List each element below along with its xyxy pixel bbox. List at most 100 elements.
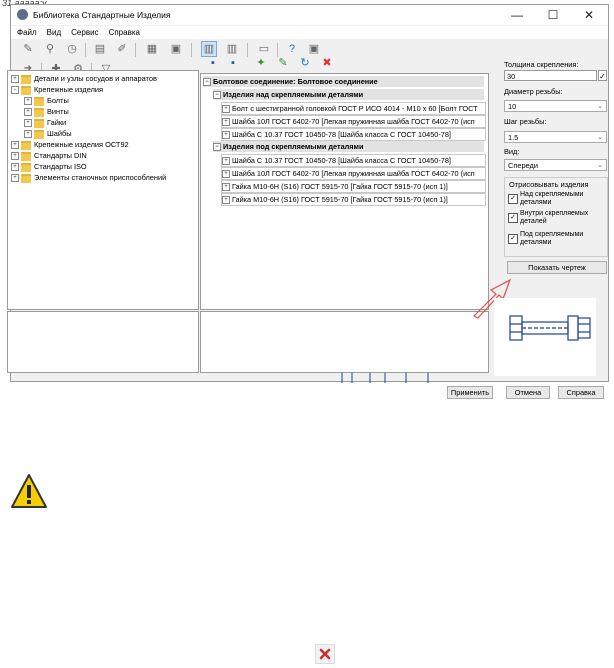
folder-icon xyxy=(21,173,31,183)
close-button[interactable]: ✕ xyxy=(572,7,606,23)
pitch-label: Шаг резьбы: xyxy=(504,117,547,126)
menu-help[interactable]: Справка xyxy=(103,26,144,37)
expand-icon[interactable]: + xyxy=(222,131,230,140)
pin-icon[interactable]: ✎ xyxy=(21,42,35,56)
checkbox-above-label: Над скрепляемыми деталями xyxy=(520,191,584,206)
expand-icon[interactable]: + xyxy=(24,108,32,117)
view-list-icon[interactable]: ▥ xyxy=(201,41,217,57)
expand-icon[interactable]: + xyxy=(11,141,19,150)
diameter-select[interactable]: 10 ⌄ xyxy=(504,100,607,112)
tree-item[interactable]: + Винты xyxy=(24,107,69,117)
save-as-icon[interactable]: ▪ xyxy=(226,56,240,70)
diameter-label: Диаметр резьбы: xyxy=(504,87,563,96)
connection-panel: − Болтовое соединение: Болтовое соединени… xyxy=(200,73,489,310)
list-item[interactable]: + Шайба C 10.37 ГОСТ 10450-78 [Шайба клас… xyxy=(221,128,486,141)
folder-icon xyxy=(34,129,44,139)
delete-icon[interactable]: ✖ xyxy=(320,56,334,70)
folder-lock-icon[interactable]: ▣ xyxy=(169,42,183,56)
group-below-row[interactable]: − Изделия под скрепляемыми деталями xyxy=(213,141,484,152)
folder-icon xyxy=(21,85,31,95)
checkbox-above[interactable]: ✓ xyxy=(508,194,518,204)
save-icon[interactable]: ▪ xyxy=(206,56,220,70)
list-item[interactable]: + Болт с шестигранной головкой ГОСТ Р ИСО… xyxy=(221,102,486,115)
expand-icon[interactable]: + xyxy=(222,196,230,205)
list-item[interactable]: + Гайка М10-6Н (S16) ГОСТ 5915-70 [Гайка … xyxy=(221,180,486,193)
help-button[interactable]: Справка xyxy=(558,386,604,399)
expand-icon[interactable]: + xyxy=(24,97,32,106)
expand-icon[interactable]: + xyxy=(11,174,19,183)
bolt-preview-icon xyxy=(509,315,591,341)
expand-icon[interactable]: + xyxy=(222,183,230,192)
collapse-icon[interactable]: − xyxy=(213,91,221,100)
chevron-down-icon: ⌄ xyxy=(597,134,603,141)
info-icon[interactable]: ▣ xyxy=(307,42,321,56)
refresh-icon[interactable]: ↻ xyxy=(298,56,312,70)
expand-icon[interactable]: + xyxy=(11,75,19,84)
tree-item[interactable]: + Стандарты ISO xyxy=(11,162,87,172)
collapse-icon[interactable]: − xyxy=(11,86,19,95)
history-icon[interactable]: ◷ xyxy=(65,42,79,56)
expand-icon[interactable]: + xyxy=(222,170,230,179)
collapse-icon[interactable]: − xyxy=(213,143,221,152)
edit-item-icon[interactable]: ✎ xyxy=(276,56,290,70)
minimize-button[interactable]: — xyxy=(500,7,534,23)
tree-item[interactable]: + Детали и узлы сосудов и аппаратов xyxy=(11,74,157,84)
open-book-icon[interactable]: ▤ xyxy=(93,42,107,56)
item-detail-panel xyxy=(200,311,489,373)
draw-group-label: Отрисовывать изделия xyxy=(509,180,589,189)
tree-item[interactable]: + Стандарты DIN xyxy=(11,151,87,161)
tree-item[interactable]: + Шайбы xyxy=(24,129,72,139)
thickness-input[interactable]: 30 xyxy=(504,70,597,81)
tree-preview-panel xyxy=(7,311,199,373)
connection-title-row[interactable]: − Болтовое соединение: Болтовое соединени… xyxy=(203,76,484,87)
pitch-select[interactable]: 1.5 ⌄ xyxy=(504,131,607,143)
edit-icon[interactable]: ✐ xyxy=(115,42,129,56)
list-item[interactable]: + Шайба C 10.37 ГОСТ 10450-78 [Шайба клас… xyxy=(221,154,486,167)
tree-item[interactable]: + Крепежные изделия ОСТ92 xyxy=(11,140,129,150)
view-detail-icon[interactable]: ▥ xyxy=(225,42,239,56)
checkbox-inside-label: Внутри скрепляемых деталей xyxy=(520,210,589,225)
menu-service[interactable]: Сервис xyxy=(65,26,102,37)
view-select[interactable]: Спереди ⌄ xyxy=(504,159,607,171)
collapse-icon[interactable]: − xyxy=(203,78,211,87)
thickness-label: Толщина скрепления: xyxy=(504,60,579,69)
checkbox-below-label: Под скрепляемыми деталями xyxy=(520,231,584,246)
properties-icon[interactable]: ▦ xyxy=(145,42,159,56)
menu-view[interactable]: Вид xyxy=(41,26,65,37)
binoculars-icon[interactable]: ⚲ xyxy=(43,42,57,56)
tree-item[interactable]: + Гайки xyxy=(24,118,66,128)
expand-icon[interactable]: + xyxy=(11,152,19,161)
tree-item[interactable]: + Болты xyxy=(24,96,69,106)
confirm-check-icon[interactable]: ✓ xyxy=(598,70,607,81)
tree-item[interactable]: − Крепежные изделия xyxy=(11,85,103,95)
expand-icon[interactable]: + xyxy=(11,163,19,172)
menu-file[interactable]: Файл xyxy=(11,26,41,37)
folder-icon xyxy=(21,151,31,161)
cancel-button[interactable]: Отмена xyxy=(506,386,550,399)
delete-red-x-icon xyxy=(315,644,335,664)
page-crop-marks xyxy=(341,373,429,383)
apply-button[interactable]: Применить xyxy=(447,386,493,399)
list-item[interactable]: + Шайба 10Л ГОСТ 6402-70 [Легкая пружинна… xyxy=(221,167,486,180)
group-above-row[interactable]: − Изделия над скрепляемыми деталями xyxy=(213,89,484,100)
folder-icon xyxy=(34,118,44,128)
list-item[interactable]: + Шайба 10Л ГОСТ 6402-70 [Легкая пружинна… xyxy=(221,115,486,128)
view-grid-icon[interactable]: ▭ xyxy=(257,42,271,56)
checkbox-inside[interactable]: ✓ xyxy=(508,213,518,223)
maximize-button[interactable]: ☐ xyxy=(536,7,570,23)
expand-icon[interactable]: + xyxy=(222,105,230,114)
tree-item[interactable]: + Элементы станочных приспособлений xyxy=(11,173,166,183)
chevron-down-icon: ⌄ xyxy=(597,103,603,110)
list-item[interactable]: + Гайка М10-6Н (S16) ГОСТ 5915-70 [Гайка … xyxy=(221,193,486,206)
add-item-icon[interactable]: ✦ xyxy=(254,56,268,70)
help-icon[interactable]: ? xyxy=(285,42,299,56)
checkbox-below[interactable]: ✓ xyxy=(508,234,518,244)
folder-icon xyxy=(34,96,44,106)
view-label: Вид: xyxy=(504,147,520,156)
window-title: Библиотека Стандартные Изделия xyxy=(33,10,171,20)
drawing-preview xyxy=(494,298,596,376)
expand-icon[interactable]: + xyxy=(24,130,32,139)
expand-icon[interactable]: + xyxy=(222,157,230,166)
expand-icon[interactable]: + xyxy=(222,118,230,127)
expand-icon[interactable]: + xyxy=(24,119,32,128)
